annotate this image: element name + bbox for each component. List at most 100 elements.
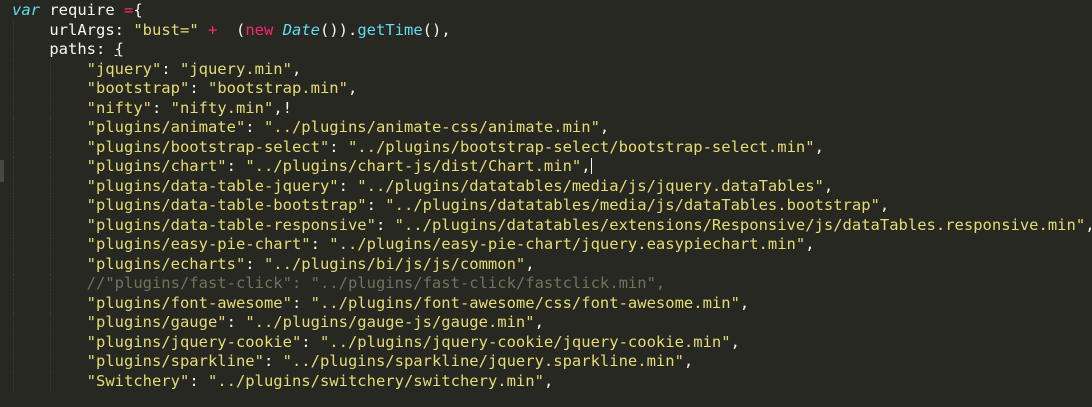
separator: : (375, 215, 395, 234)
string-literal: "bust=" (133, 20, 199, 39)
open-brace: { (114, 40, 124, 58)
indent-guide (13, 20, 14, 40)
code-line[interactable]: "bootstrap": "bootstrap.min", (12, 79, 1092, 99)
path-key: "plugins/easy-pie-chart" (86, 235, 311, 253)
path-value: "../plugins/easy-pie-chart/jquery.easypi… (329, 235, 806, 253)
indent-guide (13, 254, 14, 274)
indent-guide (50, 274, 51, 294)
indent-guide (13, 79, 14, 99)
separator: : (189, 371, 208, 390)
open-paren: ( (236, 20, 246, 39)
code-line[interactable]: var require ={ (12, 1, 1092, 21)
separator: : (161, 59, 180, 78)
separator: : (329, 137, 348, 156)
code-line[interactable]: "plugins/easy-pie-chart": "../plugins/ea… (12, 235, 1092, 255)
code-line[interactable]: "plugins/gauge": "../plugins/gauge-js/ga… (12, 313, 1092, 333)
code-line[interactable]: urlArgs: "bust=" + (new Date()).getTime(… (12, 20, 1092, 40)
code-line[interactable]: "jquery": "jquery.min", (12, 59, 1092, 79)
punctuation: (), (422, 20, 451, 39)
indent-guide (13, 118, 14, 138)
trailing-punctuation: , (823, 176, 834, 195)
indent-guide (13, 313, 14, 333)
path-value: "../plugins/datatables/media/js/jquery.d… (357, 176, 824, 195)
path-value: "../plugins/jquery-cookie/jquery-cookie.… (319, 332, 731, 351)
path-key: "plugins/data-table-jquery" (86, 176, 339, 195)
separator: : (226, 157, 246, 175)
code-line[interactable]: "plugins/data-table-responsive": "../plu… (12, 215, 1092, 235)
indent-guide (13, 274, 14, 294)
trailing-punctuation: , (581, 157, 591, 175)
code-area[interactable]: var require ={ urlArgs: "bust=" + (new D… (12, 1, 1092, 399)
indent-guide (13, 215, 14, 235)
indent-guide (13, 59, 14, 79)
path-value: "../plugins/datatables/extensions/Respon… (394, 215, 1086, 234)
property-key: urlArgs: (49, 20, 134, 39)
indent-guide (50, 79, 51, 99)
path-key: "plugins/data-table-responsive" (86, 215, 376, 234)
trailing-punctuation: , (599, 118, 610, 136)
path-value: "../plugins/gauge-js/gauge.min" (245, 313, 535, 331)
indent-guide (50, 157, 51, 177)
code-editor[interactable]: var require ={ urlArgs: "bust=" + (new D… (0, 0, 1092, 407)
indent-guide (50, 332, 51, 352)
indent-guide (13, 176, 14, 196)
path-value: "../plugins/font-awesome/css/font-awesom… (310, 293, 740, 312)
code-line[interactable]: "plugins/animate": "../plugins/animate-c… (12, 118, 1092, 138)
code-line[interactable]: "Switchery": "../plugins/switchery/switc… (12, 371, 1092, 391)
indent-guide (13, 196, 14, 216)
indent-guide (50, 254, 51, 274)
trailing-punctuation: , (1085, 216, 1092, 234)
comment: //"plugins/fast-click": "../plugins/fast… (86, 274, 666, 292)
trailing-punctuation: , (683, 352, 694, 370)
path-key: "plugins/gauge" (86, 313, 227, 331)
separator: : (245, 118, 264, 136)
path-value: "../plugins/sparkline/jquery.sparkline.m… (282, 352, 684, 370)
trailing-punctuation: , (814, 137, 824, 156)
indent-guide (50, 352, 51, 372)
indent-guide (13, 40, 14, 60)
separator: : (189, 79, 208, 97)
property-key: paths: (49, 40, 115, 58)
indent-guide (50, 176, 51, 196)
path-key: "bootstrap" (86, 79, 190, 97)
code-line[interactable]: "plugins/sparkline": "../plugins/sparkli… (12, 352, 1092, 372)
path-value: "../plugins/bi/js/js/common" (263, 254, 526, 273)
trailing-punctuation: , (543, 371, 554, 390)
indent-guide (50, 98, 51, 118)
code-line[interactable]: "plugins/chart": "../plugins/chart-js/di… (12, 157, 1092, 177)
code-line[interactable]: "plugins/data-table-jquery": "../plugins… (12, 176, 1092, 196)
trailing-punctuation: ,! (273, 98, 292, 117)
indent-guide (50, 313, 51, 333)
code-line[interactable]: "plugins/echarts": "../plugins/bi/js/js/… (12, 254, 1092, 274)
trailing-punctuation: , (739, 293, 750, 312)
new-keyword: new (245, 20, 274, 39)
separator: : (263, 352, 283, 370)
indent-guide (50, 137, 51, 157)
text-cursor (590, 158, 592, 174)
indent-guide (13, 371, 14, 391)
indent-guide (50, 59, 51, 79)
indent-guide (13, 235, 14, 255)
code-line-partial (12, 391, 1092, 399)
path-key: "plugins/sparkline" (86, 352, 264, 370)
code-line[interactable]: "plugins/font-awesome": "../plugins/font… (12, 293, 1092, 313)
path-key: "plugins/jquery-cookie" (86, 332, 302, 351)
indent-guide (50, 118, 51, 138)
indent-guide (50, 215, 51, 235)
plus-operator: + (198, 20, 227, 39)
trailing-punctuation: , (291, 59, 302, 78)
code-line[interactable]: "plugins/bootstrap-select": "../plugins/… (12, 137, 1092, 157)
var-keyword: var (12, 1, 40, 19)
code-line[interactable]: "nifty": "nifty.min",! (12, 98, 1092, 118)
code-line[interactable]: //"plugins/fast-click": "../plugins/fast… (12, 274, 1092, 294)
code-line[interactable]: paths: { (12, 40, 1092, 60)
code-line[interactable]: "plugins/jquery-cookie": "../plugins/jqu… (12, 332, 1092, 352)
trailing-punctuation: , (879, 196, 890, 214)
trailing-punctuation: , (347, 79, 358, 97)
path-key: "plugins/animate" (86, 118, 246, 136)
separator: : (301, 332, 320, 351)
separator: : (310, 235, 330, 253)
code-line[interactable]: "plugins/data-table-bootstrap": "../plug… (12, 196, 1092, 216)
path-value: "../plugins/switchery/switchery.min" (207, 371, 544, 390)
path-value: "../plugins/datatables/media/js/dataTabl… (385, 196, 880, 214)
